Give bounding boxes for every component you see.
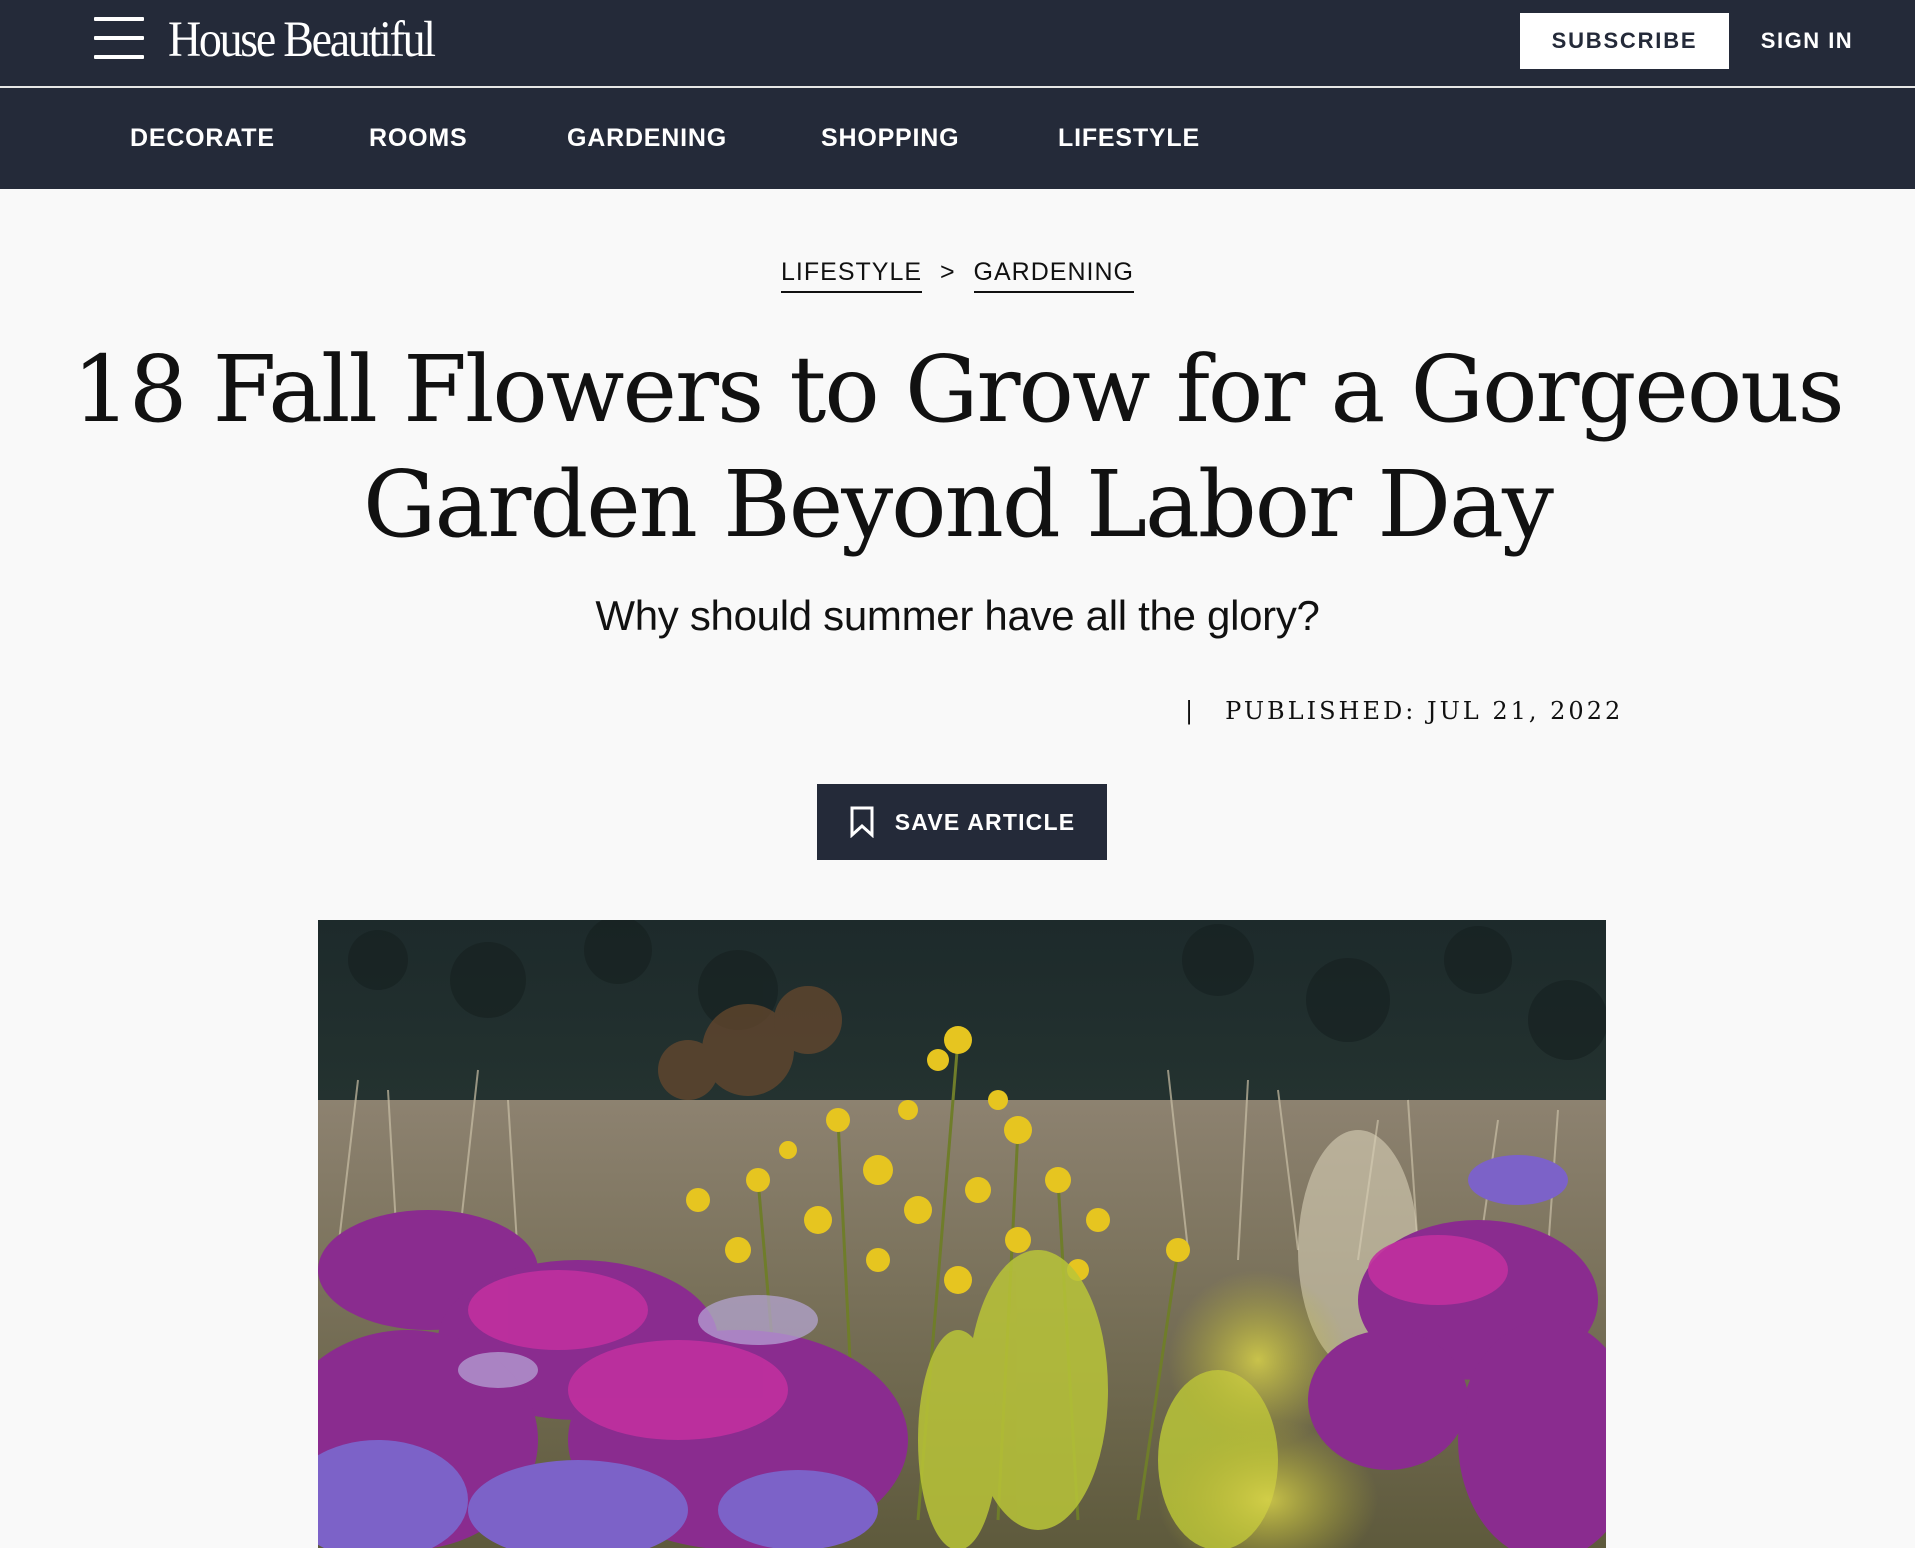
byline-separator: | — [1185, 697, 1194, 725]
byline: | PUBLISHED: JUL 21, 2022 — [1185, 694, 1623, 728]
subscribe-button[interactable]: SUBSCRIBE — [1520, 13, 1729, 69]
main-navigation: DECORATE ROOMS GARDENING SHOPPING LIFEST… — [0, 88, 1915, 189]
save-article-button[interactable]: SAVE ARTICLE — [817, 784, 1107, 860]
breadcrumb-lifestyle[interactable]: LIFESTYLE — [781, 258, 923, 293]
nav-item-gardening[interactable]: GARDENING — [567, 88, 727, 189]
article-title-line-1: 18 Fall Flowers to Grow for a Gorgeous — [72, 336, 1844, 443]
article-title-line-2: Garden Beyond Labor Day — [363, 451, 1554, 558]
hamburger-menu-icon[interactable] — [94, 17, 144, 61]
article-dek: Why should summer have all the glory? — [595, 592, 1320, 639]
hero-image — [318, 920, 1606, 1548]
garden-illustration — [318, 920, 1606, 1548]
bookmark-icon — [850, 806, 874, 838]
nav-item-lifestyle[interactable]: LIFESTYLE — [1058, 88, 1200, 189]
nav-item-decorate[interactable]: DECORATE — [130, 88, 275, 189]
save-article-label: SAVE ARTICLE — [894, 808, 1076, 835]
published-date: PUBLISHED: JUL 21, 2022 — [1225, 697, 1624, 725]
nav-item-shopping[interactable]: SHOPPING — [821, 88, 959, 189]
article-title: 18 Fall Flowers to Grow for a Gorgeous G… — [40, 332, 1875, 562]
breadcrumb-separator: > — [939, 258, 956, 286]
breadcrumb: LIFESTYLE > GARDENING — [0, 258, 1915, 293]
site-logo[interactable]: House Beautiful — [168, 10, 436, 70]
nav-item-rooms[interactable]: ROOMS — [369, 88, 467, 189]
sign-in-link[interactable]: SIGN IN — [1742, 13, 1872, 69]
top-header: House Beautiful SUBSCRIBE SIGN IN — [0, 0, 1915, 87]
breadcrumb-gardening[interactable]: GARDENING — [973, 258, 1134, 293]
